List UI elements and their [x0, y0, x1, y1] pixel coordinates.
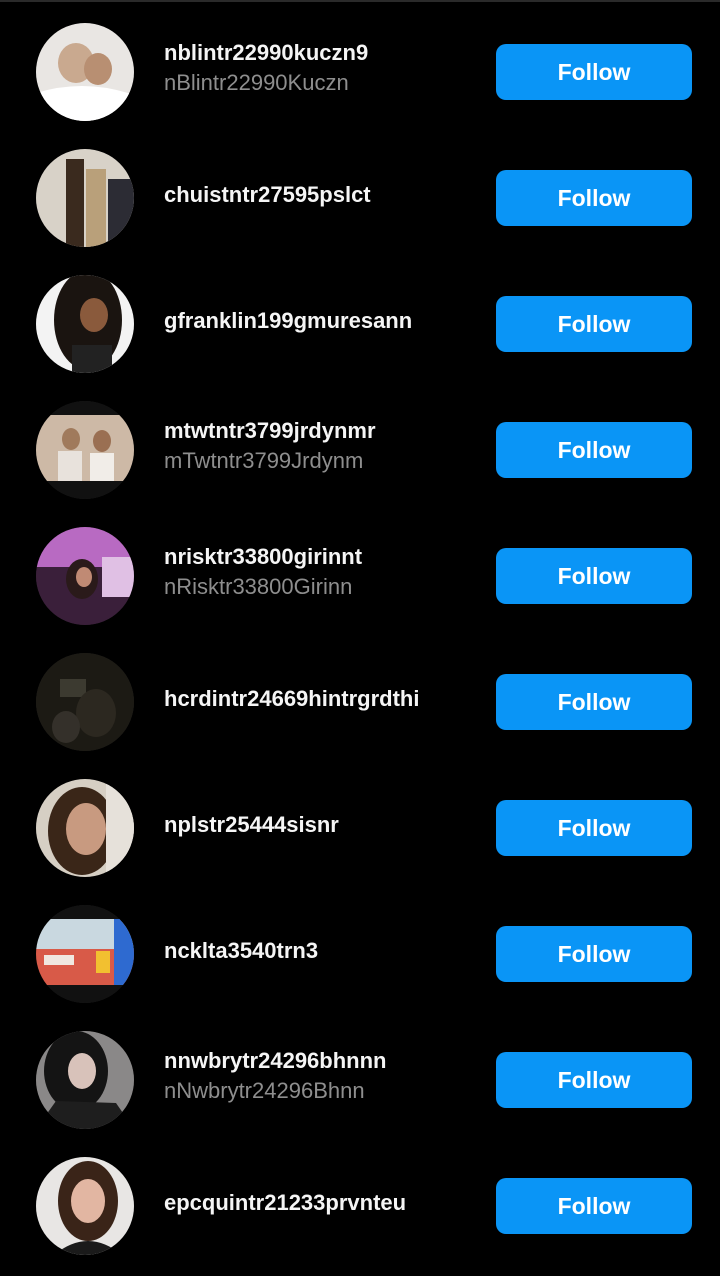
list-item[interactable]: ncklta3540trn3 Follow — [0, 890, 720, 1016]
avatar[interactable] — [36, 275, 134, 373]
username[interactable]: ncklta3540trn3 — [164, 936, 474, 966]
list-item[interactable]: chuistntr27595pslct Follow — [0, 134, 720, 260]
full-name: nBlintr22990Kuczn — [164, 70, 349, 95]
avatar-image — [36, 1031, 134, 1129]
avatar[interactable] — [36, 149, 134, 247]
user-names: ncklta3540trn3 — [164, 936, 474, 966]
follow-button[interactable]: Follow — [496, 296, 692, 352]
full-name: nRisktr33800Girinn — [164, 574, 353, 599]
list-item[interactable]: nnwbrytr24296bhnnn nNwbrytr24296Bhnn Fol… — [0, 1016, 720, 1142]
avatar-image — [36, 1157, 134, 1255]
username[interactable]: mtwtntr3799jrdynmr — [164, 416, 474, 446]
user-names: nnwbrytr24296bhnnn nNwbrytr24296Bhnn — [164, 1046, 474, 1106]
user-names: chuistntr27595pslct — [164, 180, 474, 210]
avatar[interactable] — [36, 779, 134, 877]
username[interactable]: nplstr25444sisnr — [164, 810, 474, 840]
avatar-image — [36, 275, 134, 373]
avatar[interactable] — [36, 905, 134, 1003]
username[interactable]: epcquintr21233prvnteu — [164, 1188, 474, 1218]
avatar[interactable] — [36, 1157, 134, 1255]
list-item[interactable]: nplstr25444sisnr Follow — [0, 764, 720, 890]
avatar-image — [36, 527, 134, 625]
user-names: nrisktr33800girinnt nRisktr33800Girinn — [164, 542, 474, 602]
follow-button[interactable]: Follow — [496, 1178, 692, 1234]
avatar-image — [36, 905, 134, 1003]
user-names: gfranklin199gmuresann — [164, 306, 474, 336]
follow-button[interactable]: Follow — [496, 1052, 692, 1108]
follow-button[interactable]: Follow — [496, 170, 692, 226]
avatar-image — [36, 779, 134, 877]
avatar-image — [36, 653, 134, 751]
full-name: nNwbrytr24296Bhnn — [164, 1078, 365, 1103]
list-item[interactable]: nrisktr33800girinnt nRisktr33800Girinn F… — [0, 512, 720, 638]
follow-button[interactable]: Follow — [496, 422, 692, 478]
avatar[interactable] — [36, 1031, 134, 1129]
username[interactable]: nblintr22990kuczn9 — [164, 38, 474, 68]
avatar[interactable] — [36, 23, 134, 121]
follow-button[interactable]: Follow — [496, 44, 692, 100]
list-item[interactable]: hcrdintr24669hintrgrdthi Follow — [0, 638, 720, 764]
avatar[interactable] — [36, 401, 134, 499]
list-item[interactable]: mtwtntr3799jrdynmr mTwtntr3799Jrdynm Fol… — [0, 386, 720, 512]
username[interactable]: chuistntr27595pslct — [164, 180, 474, 210]
avatar-image — [36, 23, 134, 121]
avatar[interactable] — [36, 527, 134, 625]
top-divider — [0, 0, 720, 2]
list-item[interactable]: nblintr22990kuczn9 nBlintr22990Kuczn Fol… — [0, 8, 720, 134]
avatar-image — [36, 149, 134, 247]
user-names: nplstr25444sisnr — [164, 810, 474, 840]
username[interactable]: nrisktr33800girinnt — [164, 542, 474, 572]
user-names: nblintr22990kuczn9 nBlintr22990Kuczn — [164, 38, 474, 98]
username[interactable]: nnwbrytr24296bhnnn — [164, 1046, 474, 1076]
user-names: mtwtntr3799jrdynmr mTwtntr3799Jrdynm — [164, 416, 474, 476]
user-names: epcquintr21233prvnteu — [164, 1188, 474, 1218]
user-names: hcrdintr24669hintrgrdthi — [164, 684, 474, 714]
follow-button[interactable]: Follow — [496, 674, 692, 730]
username[interactable]: hcrdintr24669hintrgrdthi — [164, 684, 474, 714]
username[interactable]: gfranklin199gmuresann — [164, 306, 474, 336]
full-name: mTwtntr3799Jrdynm — [164, 448, 364, 473]
avatar-image — [36, 401, 134, 499]
follow-button[interactable]: Follow — [496, 548, 692, 604]
follow-button[interactable]: Follow — [496, 800, 692, 856]
follow-button[interactable]: Follow — [496, 926, 692, 982]
avatar[interactable] — [36, 653, 134, 751]
list-item[interactable]: gfranklin199gmuresann Follow — [0, 260, 720, 386]
list-item[interactable]: epcquintr21233prvnteu Follow — [0, 1142, 720, 1268]
